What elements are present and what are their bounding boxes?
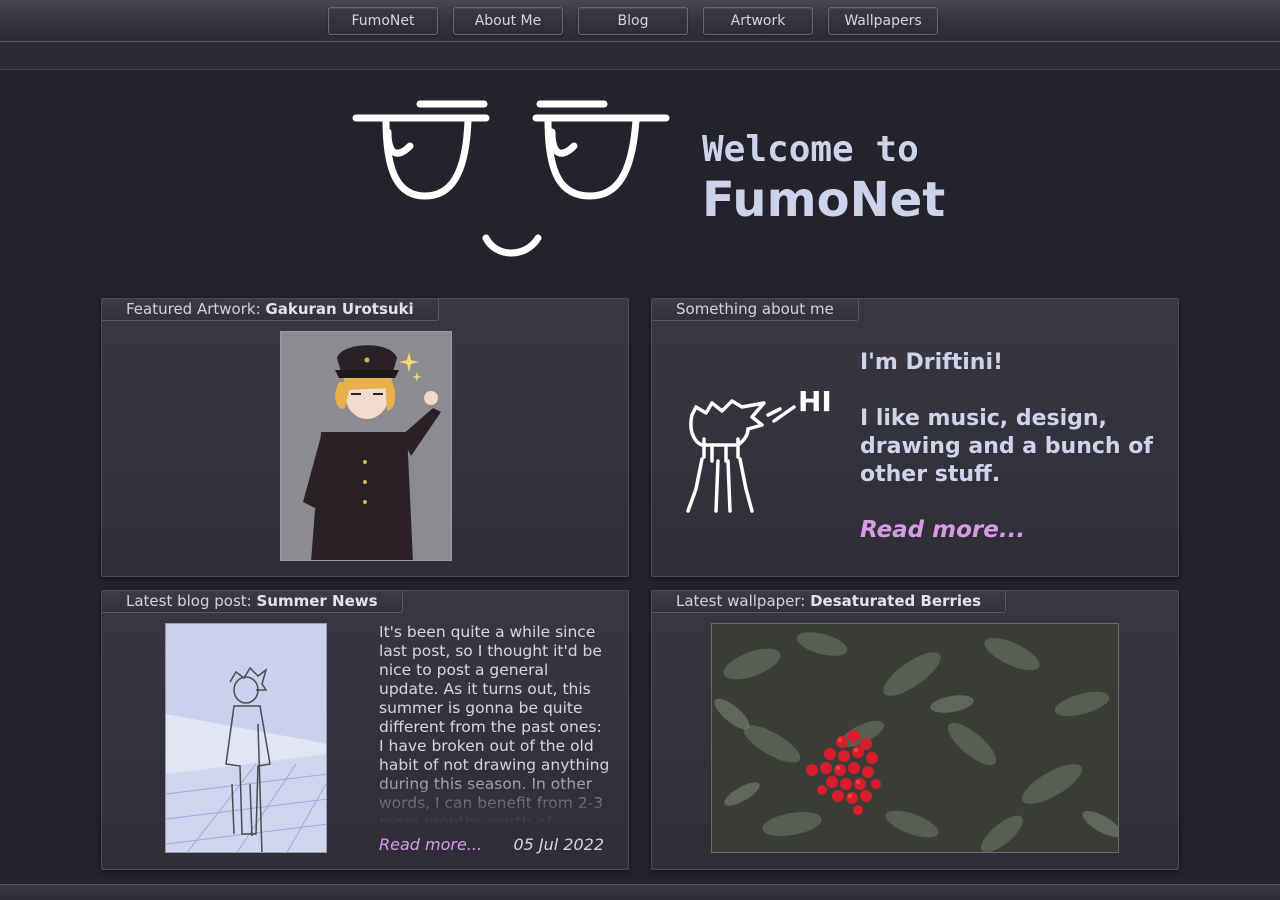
latest-blog-panel: Latest blog post: Summer News It's been … bbox=[101, 590, 629, 870]
blog-sketch-illustration bbox=[166, 624, 326, 852]
berries-photo bbox=[712, 624, 1118, 852]
nav-button-wallpapers[interactable]: Wallpapers bbox=[828, 7, 938, 35]
about-read-more-link[interactable]: Read more... bbox=[860, 517, 1025, 543]
top-nav-bar: FumoNet About Me Blog Artwork Wallpapers bbox=[0, 0, 1280, 42]
hero-site-name: FumoNet bbox=[702, 172, 946, 228]
latest-blog-title: Summer News bbox=[256, 592, 378, 610]
blog-post-image[interactable] bbox=[165, 623, 327, 853]
latest-blog-tab: Latest blog post: Summer News bbox=[102, 591, 403, 613]
hero-title: Welcome to FumoNet bbox=[702, 128, 945, 228]
hero-welcome-text: Welcome to bbox=[702, 129, 919, 170]
latest-wallpaper-prefix: Latest wallpaper: bbox=[676, 592, 811, 610]
latest-wallpaper-panel: Latest wallpaper: Desaturated Berries bbox=[651, 590, 1179, 870]
about-me-tab: Something about me bbox=[652, 299, 859, 321]
blog-excerpt: It's been quite a while since last post,… bbox=[379, 623, 610, 825]
blog-post-date: 05 Jul 2022 bbox=[513, 835, 604, 854]
featured-artwork-title: Gakuran Urotsuki bbox=[265, 300, 414, 318]
about-description: I like music, design, drawing and a bunc… bbox=[860, 406, 1153, 487]
smug-face-icon bbox=[352, 100, 670, 257]
latest-wallpaper-tab: Latest wallpaper: Desaturated Berries bbox=[652, 591, 1007, 613]
nav-button-about-me[interactable]: About Me bbox=[453, 7, 563, 35]
driftini-sketch-icon: HI bbox=[686, 385, 832, 513]
about-intro: I'm Driftini! I like music, design, draw… bbox=[860, 349, 1160, 517]
about-me-panel: Something about me HI I'm Driftini! I li… bbox=[651, 298, 1179, 577]
featured-artwork-prefix: Featured Artwork: bbox=[126, 300, 266, 318]
nav-button-blog[interactable]: Blog bbox=[578, 7, 688, 35]
blog-read-more-link[interactable]: Read more... bbox=[379, 835, 482, 854]
featured-artwork-image[interactable] bbox=[280, 331, 452, 561]
wallpaper-image[interactable] bbox=[711, 623, 1119, 853]
latest-wallpaper-title: Desaturated Berries bbox=[810, 592, 982, 610]
nav-button-artwork[interactable]: Artwork bbox=[703, 7, 813, 35]
nav-button-fumonet[interactable]: FumoNet bbox=[328, 7, 438, 35]
artwork-character-illustration bbox=[281, 332, 451, 560]
sketch-hi-text: HI bbox=[798, 385, 832, 418]
latest-blog-prefix: Latest blog post: bbox=[126, 592, 257, 610]
about-greeting: I'm Driftini! bbox=[860, 350, 1004, 375]
featured-artwork-tab: Featured Artwork: Gakuran Urotsuki bbox=[102, 299, 439, 321]
main-nav: FumoNet About Me Blog Artwork Wallpapers bbox=[328, 7, 938, 35]
featured-artwork-panel: Featured Artwork: Gakuran Urotsuki bbox=[101, 298, 629, 577]
bottom-bar bbox=[0, 884, 1280, 900]
sub-bar bbox=[0, 42, 1280, 70]
